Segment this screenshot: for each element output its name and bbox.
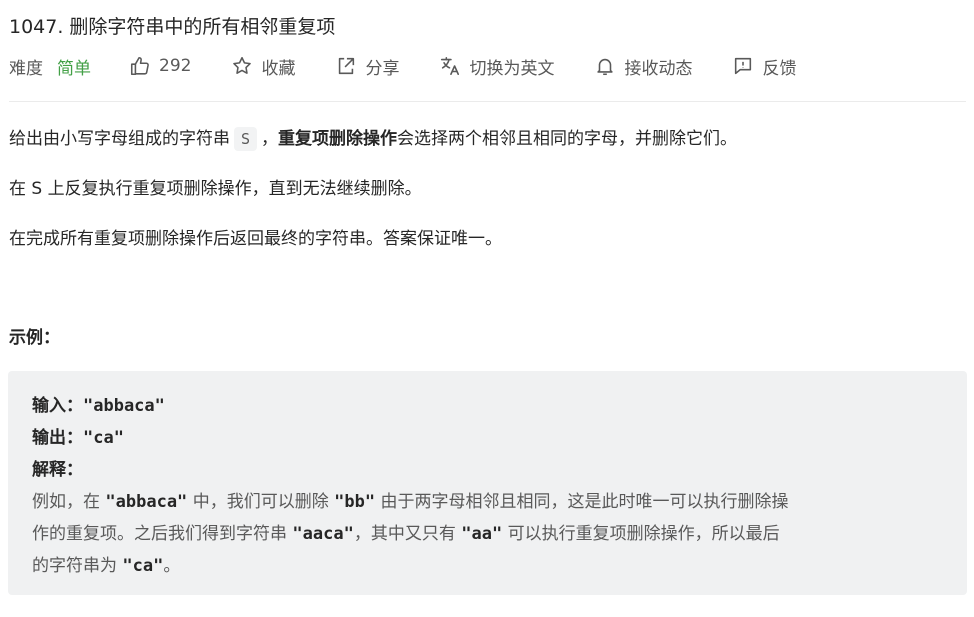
explain-text: 由于两字母相邻且相同，这是此时唯一可以执行删除操	[375, 492, 789, 512]
difficulty-badge: 简单	[57, 58, 91, 79]
like-button[interactable]: 292	[129, 55, 191, 77]
difficulty-label: 难度	[9, 58, 43, 79]
description-paragraph: 给出由小写字母组成的字符串 S ，重复项删除操作会选择两个相邻且相同的字母，并删除它…	[9, 122, 966, 156]
explain-line: 作的重复项。之后我们得到字符串 "aaca"，其中又只有 "aa" 可以执行重复…	[32, 519, 780, 544]
translate-label: 切换为英文	[469, 58, 555, 79]
input-value: "abbaca"	[83, 396, 165, 416]
problem-page: 1047. 删除字符串中的所有相邻重复项 难度 简单 292 收藏 分享 切换为…	[0, 0, 974, 617]
translate-button[interactable]: 切换为英文	[439, 54, 554, 79]
favorite-label: 收藏	[261, 58, 296, 79]
output-value: "ca"	[83, 428, 124, 448]
problem-title: 1047. 删除字符串中的所有相邻重复项	[9, 16, 336, 38]
explain-text: 作的重复项。之后我们得到字符串	[32, 524, 293, 544]
favorite-button[interactable]: 收藏	[231, 54, 295, 79]
output-label: 输出：	[32, 428, 83, 448]
explain-code: "bb"	[334, 492, 376, 512]
explain-code: "abbaca"	[105, 492, 188, 512]
explain-text: ，其中又只有	[353, 524, 462, 544]
explain-text: 的字符串为	[32, 556, 123, 576]
feedback-label: 反馈	[762, 58, 797, 79]
notify-label: 接收动态	[624, 58, 693, 79]
example-heading: 示例：	[9, 328, 60, 348]
bell-icon	[594, 55, 616, 77]
input-label: 输入：	[32, 396, 83, 416]
explain-text: 可以执行重复项删除操作，所以最后	[502, 524, 780, 544]
inline-code: S	[234, 127, 258, 151]
explain-text: 例如，在	[32, 492, 106, 512]
explain-label: 解释：	[32, 455, 83, 480]
feedback-icon	[732, 55, 754, 77]
description-paragraph: 在完成所有重复项删除操作后返回最终的字符串。答案保证唯一。	[9, 229, 502, 249]
divider	[9, 101, 966, 102]
description-text: 给出由小写字母组成的字符串	[9, 129, 230, 149]
description-text: 会选择两个相邻且相同的字母，并删除它们。	[397, 129, 738, 149]
problem-description: 给出由小写字母组成的字符串 S ，重复项删除操作会选择两个相邻且相同的字母，并删除它…	[9, 122, 966, 256]
example-output: 输出："ca"	[32, 423, 124, 448]
explain-code: "ca"	[122, 556, 164, 576]
example-input: 输入："abbaca"	[32, 391, 165, 416]
explain-code: "aa"	[461, 524, 503, 544]
description-text: ，	[261, 129, 279, 149]
description-paragraph: 在 S 上反复执行重复项删除操作，直到无法继续删除。	[9, 179, 422, 199]
explain-text: 。	[163, 556, 181, 576]
explain-code: "aaca"	[292, 524, 354, 544]
bold-term: 重复项删除操作	[278, 129, 398, 149]
thumbs-up-icon	[129, 55, 151, 77]
explain-label-text: 解释：	[32, 460, 83, 480]
explain-line: 例如，在 "abbaca" 中，我们可以删除 "bb" 由于两字母相邻且相同，这…	[32, 487, 788, 512]
like-count: 292	[159, 56, 192, 76]
explain-line: 的字符串为 "ca"。	[32, 551, 180, 576]
example-block: 输入："abbaca" 输出："ca" 解释： 例如，在 "abbaca" 中，…	[8, 371, 967, 595]
feedback-button[interactable]: 反馈	[732, 54, 796, 79]
star-icon	[231, 55, 253, 77]
problem-meta-bar: 难度 简单 292 收藏 分享 切换为英文 接收动态 反馈	[9, 53, 796, 79]
explain-text: 中，我们可以删除	[187, 492, 335, 512]
translate-icon	[439, 55, 461, 77]
notify-button[interactable]: 接收动态	[594, 54, 692, 79]
share-button[interactable]: 分享	[335, 54, 399, 79]
share-label: 分享	[365, 58, 400, 79]
share-icon	[335, 55, 357, 77]
